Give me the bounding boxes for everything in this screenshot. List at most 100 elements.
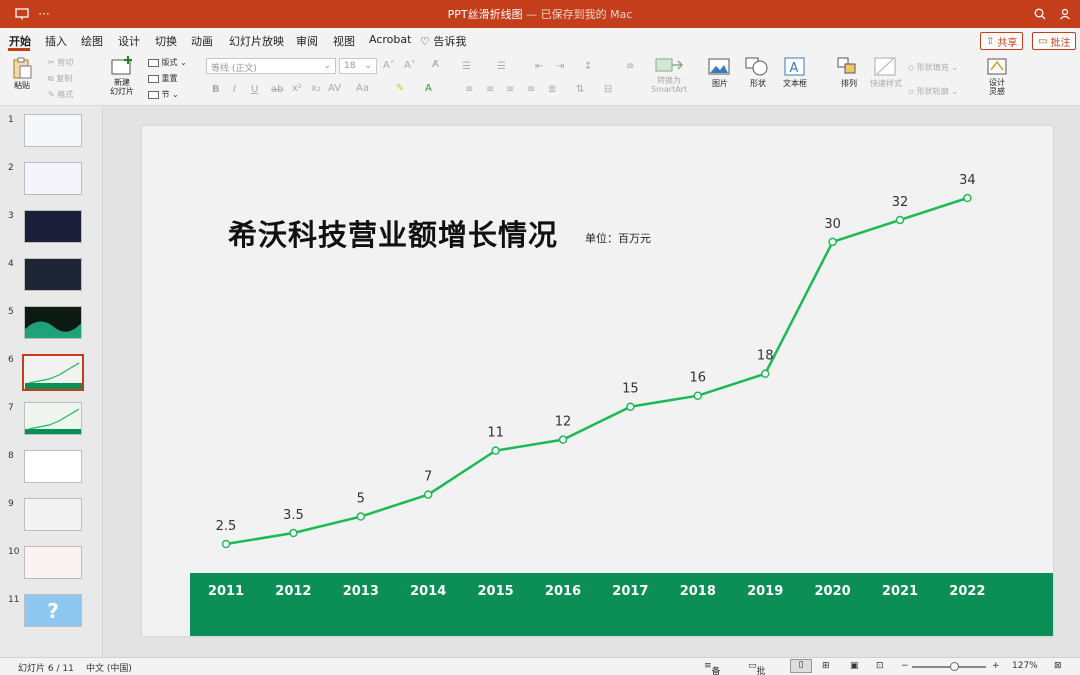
align-left-icon[interactable]: ≡ (465, 84, 473, 95)
increase-indent-icon[interactable]: ⇥ (556, 61, 564, 72)
zoom-out-icon[interactable]: − (901, 661, 909, 671)
zoom-level[interactable]: 127% (1012, 661, 1038, 671)
tab-view[interactable]: 视图 (333, 33, 355, 49)
layout-button[interactable]: 版式 ⌄ (148, 57, 187, 68)
text-direction-icon[interactable]: ⇅ (576, 84, 584, 95)
font-size-select[interactable]: 18 ⌄ (339, 58, 377, 74)
comments-button[interactable]: ▭ 批注 (1032, 32, 1077, 50)
data-point (693, 391, 703, 400)
justify-icon[interactable]: ≡ (527, 84, 535, 95)
quick-styles-button[interactable]: 快速样式 (870, 56, 902, 89)
character-spacing-icon[interactable]: AV (328, 83, 341, 94)
font-name-select[interactable]: 等线 (正文) ⌄ (206, 58, 336, 74)
section-button[interactable]: 节 ⌄ (148, 89, 179, 100)
distributed-icon[interactable]: ≣ (548, 84, 556, 95)
convert-smartart-button[interactable]: 转换为 SmartArt (651, 56, 687, 94)
data-label: 3.5 (283, 508, 304, 523)
tab-home[interactable]: 开始 (9, 33, 31, 49)
tab-draw[interactable]: 绘图 (81, 33, 103, 49)
reading-view-icon[interactable]: ▣ (850, 661, 859, 671)
share-button[interactable]: ⇧ 共享 (980, 32, 1024, 50)
slide-title: 希沃科技营业额增长情况 (228, 218, 559, 252)
section-icon (148, 90, 159, 99)
svg-text:A: A (790, 61, 799, 76)
columns-icon[interactable]: ≡ (626, 61, 634, 72)
fit-slide-icon[interactable]: ⊠ (1054, 661, 1062, 671)
slide-thumbnail-7[interactable] (24, 402, 82, 435)
slide-thumbnail-5[interactable] (24, 306, 82, 339)
zoom-slider[interactable] (912, 666, 986, 668)
window-title: PPT丝滑折线图 — 已保存到我的 Mac (447, 8, 633, 21)
tab-animations[interactable]: 动画 (191, 33, 213, 49)
cut-button[interactable]: ✂ 剪切 (48, 57, 73, 68)
slide-thumbnail-8[interactable] (24, 450, 82, 483)
smartart-icon (655, 58, 684, 72)
clear-format-icon[interactable]: A̸ (432, 59, 439, 70)
new-slide-button[interactable]: 新建 幻灯片 (110, 56, 134, 96)
shape-fill-button[interactable]: ◇ 形状填充 ⌄ (908, 62, 958, 73)
change-case-icon[interactable]: Aa (356, 83, 369, 94)
data-label: 12 (555, 415, 572, 430)
slide-thumbnail-11[interactable]: ? (24, 594, 82, 627)
tell-me[interactable]: ♡ 告诉我 (420, 33, 466, 49)
tab-acrobat[interactable]: Acrobat (369, 33, 411, 46)
ribbon: 粘贴 ✂ 剪切 ⧉ 复制 ✎ 格式 新建 幻灯片 版式 ⌄ 重置 节 ⌄ 等线 … (0, 52, 1080, 106)
copy-button[interactable]: ⧉ 复制 (48, 73, 72, 84)
slide-thumbnail-4[interactable] (24, 258, 82, 291)
slide-number-6: 6 (8, 355, 14, 365)
share-icon: ⇧ (986, 35, 995, 47)
x-tick-label: 2015 (478, 584, 514, 599)
slide-sorter-icon[interactable]: ⊞ (822, 661, 830, 671)
data-point (963, 193, 972, 203)
increase-font-icon[interactable]: A˄ (383, 60, 395, 71)
zoom-slider-handle[interactable] (950, 662, 959, 671)
textbox-icon: A (784, 57, 805, 76)
slide-thumbnail-9[interactable] (24, 498, 82, 531)
comments-status-button[interactable]: ▭ 批注 (748, 661, 766, 675)
align-text-icon[interactable]: ⊟ (604, 84, 612, 95)
arrange-button[interactable]: 排列 (836, 56, 862, 89)
tab-insert[interactable]: 插入 (45, 33, 67, 49)
slide-number-4: 4 (8, 259, 14, 269)
tab-slideshow[interactable]: 幻灯片放映 (229, 33, 284, 49)
decrease-indent-icon[interactable]: ⇤ (535, 61, 543, 72)
zoom-in-icon[interactable]: + (992, 661, 1000, 671)
bullets-icon[interactable]: ☰ (462, 61, 471, 72)
language-indicator[interactable]: 中文 (中国) (86, 661, 132, 674)
slide-thumbnail-6[interactable] (22, 354, 84, 391)
numbering-icon[interactable]: ☰ (497, 61, 506, 72)
subscript-icon[interactable]: x₂ (311, 83, 321, 94)
bold-icon[interactable]: B (212, 84, 220, 95)
slideshow-icon[interactable]: ⊡ (876, 661, 884, 671)
notes-button[interactable]: ≡ 备注 (704, 661, 721, 675)
slide-thumbnail-2[interactable] (24, 162, 82, 195)
shape-button[interactable]: 形状 (745, 56, 771, 89)
strikethrough-icon[interactable]: ab (271, 84, 283, 95)
picture-button[interactable]: 图片 (707, 56, 733, 89)
font-color-icon[interactable]: A (425, 83, 432, 94)
decrease-font-icon[interactable]: A˅ (404, 60, 416, 71)
tab-design[interactable]: 设计 (118, 33, 140, 49)
x-tick-label: 2018 (680, 584, 716, 599)
normal-view-icon[interactable]: ▯ (790, 659, 812, 673)
slide-thumbnail-3[interactable] (24, 210, 82, 243)
italic-icon[interactable]: I (233, 84, 236, 95)
align-center-icon[interactable]: ≡ (486, 84, 494, 95)
shape-outline-button[interactable]: ▱ 形状轮廓 ⌄ (908, 86, 958, 97)
line-spacing-icon[interactable]: ↕ (584, 61, 592, 72)
slide-thumbnail-10[interactable] (24, 546, 82, 579)
textbox-button[interactable]: A 文本框 (782, 56, 808, 89)
tab-transitions[interactable]: 切换 (155, 33, 177, 49)
paste-button[interactable]: 粘贴 (10, 56, 34, 91)
tab-review[interactable]: 审阅 (296, 33, 318, 49)
align-right-icon[interactable]: ≡ (506, 84, 514, 95)
designer-button[interactable]: 设计 灵感 (985, 56, 1009, 96)
highlight-icon[interactable]: ✎ (396, 83, 404, 94)
underline-icon[interactable]: U (251, 84, 258, 95)
reset-button[interactable]: 重置 (148, 73, 178, 84)
account-icon[interactable] (1057, 6, 1073, 22)
superscript-icon[interactable]: x² (292, 83, 302, 94)
format-painter-button[interactable]: ✎ 格式 (48, 89, 73, 100)
slide-thumbnail-1[interactable] (24, 114, 82, 147)
search-icon[interactable] (1032, 6, 1048, 22)
